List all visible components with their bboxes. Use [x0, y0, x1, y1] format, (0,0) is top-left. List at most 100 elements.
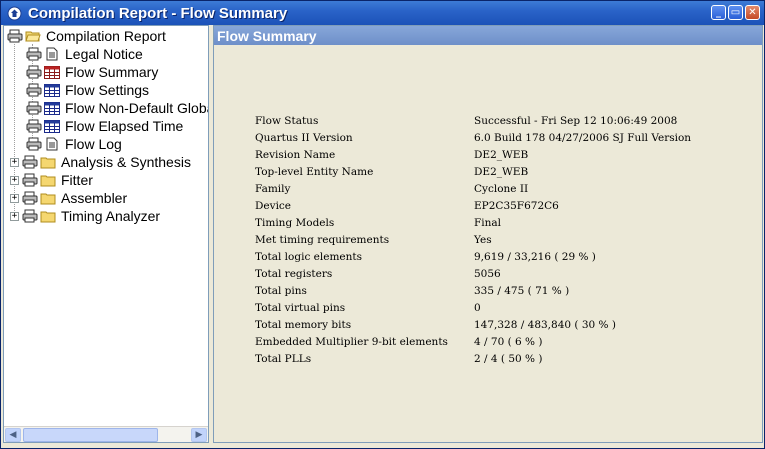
panel-header: Flow Summary: [214, 26, 762, 45]
tree-item-legal-notice[interactable]: Legal Notice: [26, 45, 143, 63]
summary-key: Total virtual pins: [255, 301, 346, 314]
tree-item-flow-settings[interactable]: Flow Settings: [26, 81, 149, 99]
summary-key: Top-level Entity Name: [255, 165, 374, 178]
report-window-icon[interactable]: [6, 5, 22, 21]
table-icon: [44, 65, 60, 79]
document-icon: [44, 47, 60, 61]
window-controls: _ ▭ ✕: [711, 5, 760, 20]
folder-icon: [40, 173, 56, 187]
report-tree[interactable]: Compilation Report Legal Notice Flow Sum…: [3, 25, 209, 443]
tree-item-fitter[interactable]: + Fitter: [10, 171, 93, 189]
restore-button[interactable]: ▭: [728, 5, 743, 20]
tree-horizontal-scrollbar[interactable]: ◀ ▶: [4, 426, 208, 442]
document-icon: [44, 137, 60, 151]
summary-table: Flow Status Successful - Fri Sep 12 10:06…: [255, 112, 744, 367]
title-bar[interactable]: Compilation Report - Flow Summary _ ▭ ✕: [1, 1, 764, 25]
printer-icon: [22, 155, 38, 169]
printer-icon: [26, 47, 42, 61]
summary-value: Cyclone II: [474, 182, 529, 195]
tree-item-analysis-synthesis[interactable]: + Analysis & Synthesis: [10, 153, 191, 171]
summary-key: Embedded Multiplier 9-bit elements: [255, 335, 448, 348]
summary-row[interactable]: Top-level Entity Name DE2_WEB: [255, 163, 744, 180]
window-title: Compilation Report - Flow Summary: [28, 4, 288, 22]
scroll-left-button[interactable]: ◀: [5, 428, 21, 442]
tree-item-flow-log[interactable]: Flow Log: [26, 135, 122, 153]
tree-item-label: Timing Analyzer: [61, 208, 161, 224]
printer-icon: [22, 209, 38, 223]
expand-toggle[interactable]: +: [10, 211, 19, 221]
summary-value: EP2C35F672C6: [474, 199, 559, 212]
summary-key: Total logic elements: [255, 250, 362, 263]
summary-row[interactable]: Timing Models Final: [255, 214, 744, 231]
tree-item-label: Assembler: [61, 190, 128, 206]
summary-row[interactable]: Total registers 5056: [255, 265, 744, 282]
summary-row[interactable]: Device EP2C35F672C6: [255, 197, 744, 214]
tree-item-flow-elapsed-time[interactable]: Flow Elapsed Time: [26, 117, 183, 135]
summary-row[interactable]: Total pins 335 / 475 ( 71 % ): [255, 282, 744, 299]
summary-key: Timing Models: [255, 216, 335, 229]
printer-icon: [26, 65, 42, 79]
summary-row[interactable]: Flow Status Successful - Fri Sep 12 10:06…: [255, 112, 744, 129]
scroll-thumb[interactable]: [23, 428, 158, 442]
table-icon: [44, 101, 60, 115]
folder-icon: [40, 209, 56, 223]
table-icon: [44, 83, 60, 97]
summary-key: Family: [255, 182, 291, 195]
summary-key: Total pins: [255, 284, 307, 297]
tree-item-label: Legal Notice: [65, 46, 143, 62]
summary-row[interactable]: Quartus II Version 6.0 Build 178 04/27/20…: [255, 129, 744, 146]
summary-row[interactable]: Total memory bits 147,328 / 483,840 ( 30 …: [255, 316, 744, 333]
tree-item-label: Flow Log: [65, 136, 122, 152]
tree-item-flow-non-default-global[interactable]: Flow Non-Default Global: [26, 99, 208, 117]
tree-item-label: Flow Settings: [65, 82, 150, 98]
summary-value: 9,619 / 33,216 ( 29 % ): [474, 250, 596, 263]
tree-item-label: Analysis & Synthesis: [61, 154, 191, 170]
tree-item-flow-summary[interactable]: Flow Summary: [26, 63, 158, 81]
summary-value: 335 / 475 ( 71 % ): [474, 284, 570, 297]
expand-toggle[interactable]: +: [10, 157, 19, 167]
folder-icon: [40, 155, 56, 169]
expand-toggle[interactable]: +: [10, 193, 19, 203]
printer-icon: [26, 119, 42, 133]
tree-item-timing-analyzer[interactable]: + Timing Analyzer: [10, 207, 160, 225]
summary-row[interactable]: Embedded Multiplier 9-bit elements 4 / 70…: [255, 333, 744, 350]
folder-icon: [40, 191, 56, 205]
summary-row[interactable]: Total PLLs 2 / 4 ( 50 % ): [255, 350, 744, 367]
compilation-report-window: Compilation Report - Flow Summary _ ▭ ✕: [0, 0, 765, 449]
summary-value: 4 / 70 ( 6 % ): [474, 335, 543, 348]
summary-value: DE2_WEB: [474, 148, 529, 161]
summary-key: Device: [255, 199, 292, 212]
summary-key: Flow Status: [255, 114, 319, 127]
tree-item-label: Flow Elapsed Time: [65, 118, 184, 134]
folder-open-icon: [25, 29, 41, 43]
close-button[interactable]: ✕: [745, 5, 760, 20]
expand-toggle[interactable]: +: [10, 175, 19, 185]
summary-row[interactable]: Revision Name DE2_WEB: [255, 146, 744, 163]
summary-value: 0: [474, 301, 481, 314]
printer-icon: [26, 101, 42, 115]
summary-row[interactable]: Total virtual pins 0: [255, 299, 744, 316]
summary-row[interactable]: Family Cyclone II: [255, 180, 744, 197]
summary-key: Revision Name: [255, 148, 336, 161]
tree-item-compilation-report[interactable]: Compilation Report: [7, 27, 166, 45]
minimize-button[interactable]: _: [711, 5, 726, 20]
summary-key: Quartus II Version: [255, 131, 353, 144]
summary-value: 2 / 4 ( 50 % ): [474, 352, 543, 365]
table-icon: [44, 119, 60, 133]
tree-item-label: Flow Summary: [65, 64, 159, 80]
printer-icon: [22, 191, 38, 205]
printer-icon: [26, 83, 42, 97]
printer-icon: [22, 173, 38, 187]
tree-item-label: Compilation Report: [46, 28, 166, 44]
tree-item-assembler[interactable]: + Assembler: [10, 189, 127, 207]
summary-row[interactable]: Met timing requirements Yes: [255, 231, 744, 248]
summary-value: DE2_WEB: [474, 165, 529, 178]
printer-icon: [26, 137, 42, 151]
summary-value: Successful - Fri Sep 12 10:06:49 2008: [474, 114, 678, 127]
summary-value: Yes: [474, 233, 492, 246]
tree-item-label: Fitter: [61, 172, 93, 188]
summary-row[interactable]: Total logic elements 9,619 / 33,216 ( 29 …: [255, 248, 744, 265]
scroll-right-button[interactable]: ▶: [191, 428, 207, 442]
summary-value: 147,328 / 483,840 ( 30 % ): [474, 318, 616, 331]
summary-key: Total PLLs: [255, 352, 312, 365]
